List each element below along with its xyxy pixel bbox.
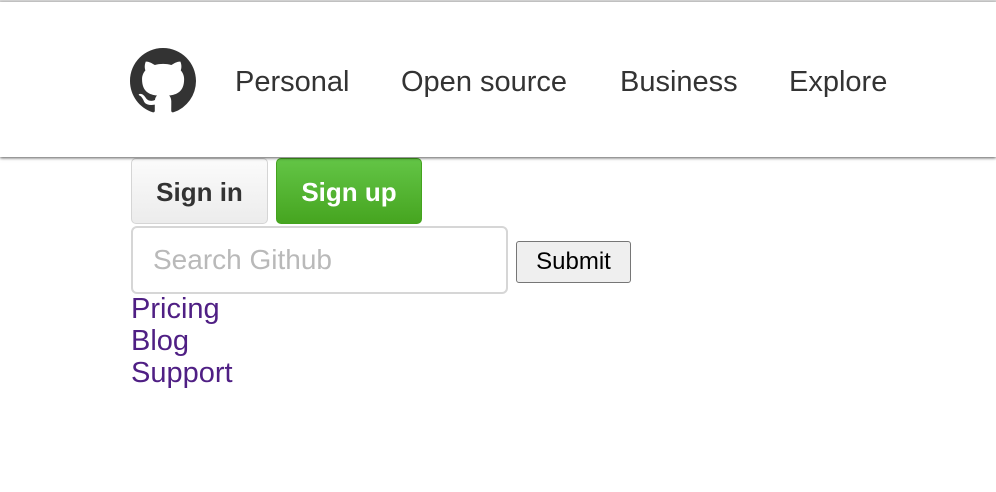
site-header: Personal Open source Business Explore xyxy=(0,2,996,157)
sign-in-button[interactable]: Sign in xyxy=(131,158,268,224)
search-input[interactable] xyxy=(131,226,508,294)
footer-links: Pricing Blog Support xyxy=(131,293,233,389)
link-pricing[interactable]: Pricing xyxy=(131,293,233,325)
github-logo-link[interactable] xyxy=(130,48,196,114)
link-blog[interactable]: Blog xyxy=(131,325,233,357)
nav-item-explore[interactable]: Explore xyxy=(789,62,887,102)
github-octocat-icon xyxy=(130,48,196,113)
link-support[interactable]: Support xyxy=(131,357,233,389)
submit-button[interactable]: Submit xyxy=(516,241,631,283)
sign-up-button[interactable]: Sign up xyxy=(276,158,422,224)
page: Personal Open source Business Explore Si… xyxy=(0,0,996,492)
nav-item-open-source[interactable]: Open source xyxy=(401,62,567,102)
nav-item-personal[interactable]: Personal xyxy=(235,62,349,102)
nav-item-business[interactable]: Business xyxy=(620,62,738,102)
